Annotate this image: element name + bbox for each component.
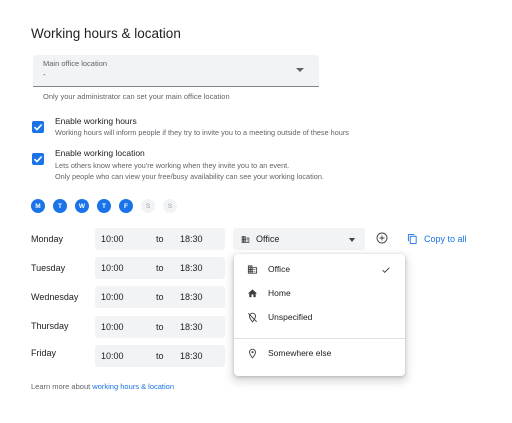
add-circle-icon[interactable] bbox=[376, 232, 388, 244]
day-label: Thursday bbox=[31, 321, 69, 331]
menu-item-home[interactable]: Home bbox=[234, 283, 405, 305]
day-pill[interactable]: S bbox=[163, 199, 177, 213]
end-time[interactable]: 18:30 bbox=[180, 292, 203, 302]
time-range: 10:00 to 18:30 bbox=[95, 316, 225, 338]
time-range: 10:00 to 18:30 bbox=[95, 345, 225, 367]
menu-item-office[interactable]: Office bbox=[234, 259, 405, 281]
end-time[interactable]: 18:30 bbox=[180, 263, 203, 273]
location-pin-icon bbox=[249, 348, 256, 359]
menu-item-label: Unspecified bbox=[268, 312, 313, 322]
day-label: Tuesday bbox=[31, 263, 66, 273]
menu-item-somewhere-else[interactable]: Somewhere else bbox=[234, 343, 405, 365]
to-label: to bbox=[156, 263, 164, 273]
working-hours-desc: Working hours will inform people if they… bbox=[55, 128, 349, 137]
to-label: to bbox=[156, 322, 164, 332]
main-office-value: - bbox=[43, 70, 46, 79]
location-menu: Office Home Unspecified Somewhere else bbox=[234, 254, 405, 376]
day-pill[interactable]: M bbox=[31, 199, 45, 213]
building-icon bbox=[247, 265, 258, 274]
working-location-checkbox[interactable] bbox=[32, 153, 44, 165]
working-location-desc-1: Lets others know where you're working wh… bbox=[55, 161, 290, 170]
menu-item-label: Home bbox=[268, 288, 291, 298]
to-label: to bbox=[156, 351, 164, 361]
working-hours-checkbox[interactable] bbox=[32, 121, 44, 133]
menu-item-unspecified[interactable]: Unspecified bbox=[234, 307, 405, 329]
dropdown-arrow-icon bbox=[296, 68, 304, 72]
check-icon bbox=[382, 267, 390, 273]
day-pill[interactable]: W bbox=[75, 199, 89, 213]
to-label: to bbox=[156, 292, 164, 302]
time-range: 10:00 to 18:30 bbox=[95, 257, 225, 279]
start-time[interactable]: 10:00 bbox=[101, 234, 124, 244]
main-office-hint: Only your administrator can set your mai… bbox=[43, 92, 230, 101]
start-time[interactable]: 10:00 bbox=[101, 292, 124, 302]
copy-to-all-label: Copy to all bbox=[424, 234, 467, 244]
menu-divider bbox=[234, 338, 405, 339]
start-time[interactable]: 10:00 bbox=[101, 263, 124, 273]
day-pill[interactable]: F bbox=[119, 199, 133, 213]
section-title: Working hours & location bbox=[31, 26, 181, 41]
footer-learn-more: Learn more about working hours & locatio… bbox=[31, 382, 174, 391]
working-location-title: Enable working location bbox=[55, 148, 145, 158]
start-time[interactable]: 10:00 bbox=[101, 351, 124, 361]
to-label: to bbox=[156, 234, 164, 244]
copy-to-all-button[interactable]: Copy to all bbox=[407, 233, 467, 245]
menu-item-label: Office bbox=[268, 264, 291, 274]
building-icon bbox=[241, 236, 250, 243]
working-hours-link[interactable]: working hours & location bbox=[92, 382, 174, 391]
working-hours-title: Enable working hours bbox=[55, 116, 137, 126]
working-location-desc-2: Only people who can view your free/busy … bbox=[55, 172, 324, 181]
day-label: Friday bbox=[31, 348, 57, 358]
home-icon bbox=[247, 289, 258, 298]
location-off-icon bbox=[248, 312, 257, 323]
time-range: 10:00 to 18:30 bbox=[95, 228, 225, 250]
day-label: Wednesday bbox=[31, 292, 79, 302]
time-range: 10:00 to 18:30 bbox=[95, 286, 225, 308]
copy-icon bbox=[407, 233, 417, 245]
end-time[interactable]: 18:30 bbox=[180, 322, 203, 332]
start-time[interactable]: 10:00 bbox=[101, 322, 124, 332]
end-time[interactable]: 18:30 bbox=[180, 234, 203, 244]
day-pill[interactable]: T bbox=[97, 199, 111, 213]
main-office-select[interactable]: Main office location - bbox=[33, 55, 319, 87]
main-office-label: Main office location bbox=[43, 59, 108, 68]
location-select[interactable]: Office bbox=[233, 228, 365, 250]
menu-item-label: Somewhere else bbox=[268, 348, 332, 358]
footer-prefix: Learn more about bbox=[31, 382, 93, 391]
checkmark-icon bbox=[33, 124, 43, 131]
day-pill[interactable]: S bbox=[141, 199, 155, 213]
dropdown-arrow-icon bbox=[349, 238, 355, 242]
day-pill[interactable]: T bbox=[53, 199, 67, 213]
end-time[interactable]: 18:30 bbox=[180, 351, 203, 361]
day-label: Monday bbox=[31, 234, 64, 244]
location-select-value: Office bbox=[256, 234, 280, 244]
checkmark-icon bbox=[33, 156, 43, 163]
